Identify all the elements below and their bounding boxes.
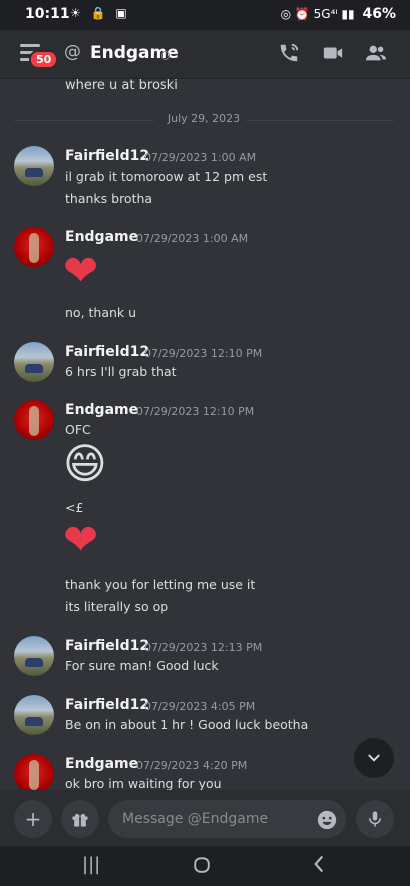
avatar[interactable] — [14, 400, 54, 440]
gift-icon — [70, 810, 90, 834]
avatar[interactable] — [14, 342, 54, 382]
message-timestamp: 07/29/2023 1:00 AM — [144, 151, 257, 164]
message-author[interactable]: Fairfield12 — [65, 697, 149, 713]
message-text: ok bro im waiting for you — [65, 776, 222, 790]
channel-header: 50 @ Endgame — [0, 30, 410, 79]
back-icon[interactable] — [312, 854, 326, 879]
message-timestamp: 07/29/2023 12:10 PM — [136, 405, 255, 418]
message-timestamp: 07/29/2023 12:13 PM — [144, 641, 263, 654]
avatar[interactable] — [14, 636, 54, 676]
home-icon[interactable] — [193, 856, 211, 879]
message-text: Be on in about 1 hr ! Good luck beotha — [65, 717, 309, 732]
video-call-icon[interactable] — [322, 42, 344, 69]
avatar[interactable] — [14, 227, 54, 267]
at-icon: @ — [64, 42, 81, 62]
offline-status-icon — [161, 51, 170, 60]
message-text: thank you for letting me use it — [65, 577, 256, 592]
status-left-icons: ☀ 🔒 ▣ — [70, 6, 130, 20]
message-text: its literally so op — [65, 599, 169, 614]
grinning-emoji: 😄 — [63, 439, 107, 488]
emoji-picker-icon[interactable] — [316, 809, 338, 836]
gift-button[interactable] — [61, 800, 99, 838]
message-text: OFC — [65, 422, 91, 437]
message-list[interactable]: where u at broski July 29, 2023 Fairfiel… — [0, 78, 410, 790]
message-author[interactable]: Endgame — [65, 756, 138, 772]
message-text: <£ — [65, 500, 84, 515]
add-attachment-button[interactable]: + — [14, 800, 52, 838]
voice-message-button[interactable] — [356, 800, 394, 838]
message-text: where u at broski — [65, 78, 178, 93]
scroll-to-bottom-button[interactable] — [354, 738, 394, 778]
message-timestamp: 07/29/2023 4:20 PM — [136, 759, 248, 772]
members-icon[interactable] — [365, 42, 387, 69]
chevron-down-icon — [365, 751, 383, 772]
message-timestamp: 07/29/2023 12:10 PM — [144, 347, 263, 360]
message-input[interactable] — [108, 800, 346, 838]
message-composer: + — [0, 790, 410, 846]
message-timestamp: 07/29/2023 1:00 AM — [136, 232, 249, 245]
plus-icon: + — [24, 807, 42, 831]
unread-badge: 50 — [29, 50, 59, 69]
message-author[interactable]: Fairfield12 — [65, 344, 149, 360]
microphone-icon — [366, 810, 384, 834]
heart-emoji: ❤ — [63, 515, 99, 564]
date-divider-label: July 29, 2023 — [167, 112, 241, 125]
heart-emoji: ❤ — [63, 246, 99, 295]
message-author[interactable]: Endgame — [65, 229, 138, 245]
date-divider: July 29, 2023 — [14, 112, 394, 128]
recent-apps-icon[interactable]: ||| — [82, 854, 100, 875]
message-timestamp: 07/29/2023 4:05 PM — [144, 700, 256, 713]
avatar[interactable] — [14, 754, 54, 790]
message-author[interactable]: Fairfield12 — [65, 638, 149, 654]
voice-call-icon[interactable] — [278, 42, 300, 69]
message-text: no, thank u — [65, 305, 137, 320]
status-right: ◎ ⏰ 5G⁴ᴵ ▮▮ 46% — [281, 6, 396, 22]
message-text: 6 hrs I'll grab that — [65, 364, 177, 379]
avatar[interactable] — [14, 146, 54, 186]
status-time: 10:11 — [25, 6, 70, 22]
message-author[interactable]: Fairfield12 — [65, 148, 149, 164]
message-author[interactable]: Endgame — [65, 402, 138, 418]
battery-level: 46% — [362, 6, 396, 22]
system-navigation-bar: ||| — [0, 846, 410, 886]
message-text: il grab it tomoroow at 12 pm est — [65, 169, 268, 184]
message-text: For sure man! Good luck — [65, 658, 219, 673]
status-bar: 10:11 ☀ 🔒 ▣ ◎ ⏰ 5G⁴ᴵ ▮▮ 46% — [0, 0, 410, 30]
avatar[interactable] — [14, 695, 54, 735]
status-right-icons: ◎ ⏰ 5G⁴ᴵ ▮▮ — [280, 7, 355, 21]
message-text: thanks brotha — [65, 191, 153, 206]
